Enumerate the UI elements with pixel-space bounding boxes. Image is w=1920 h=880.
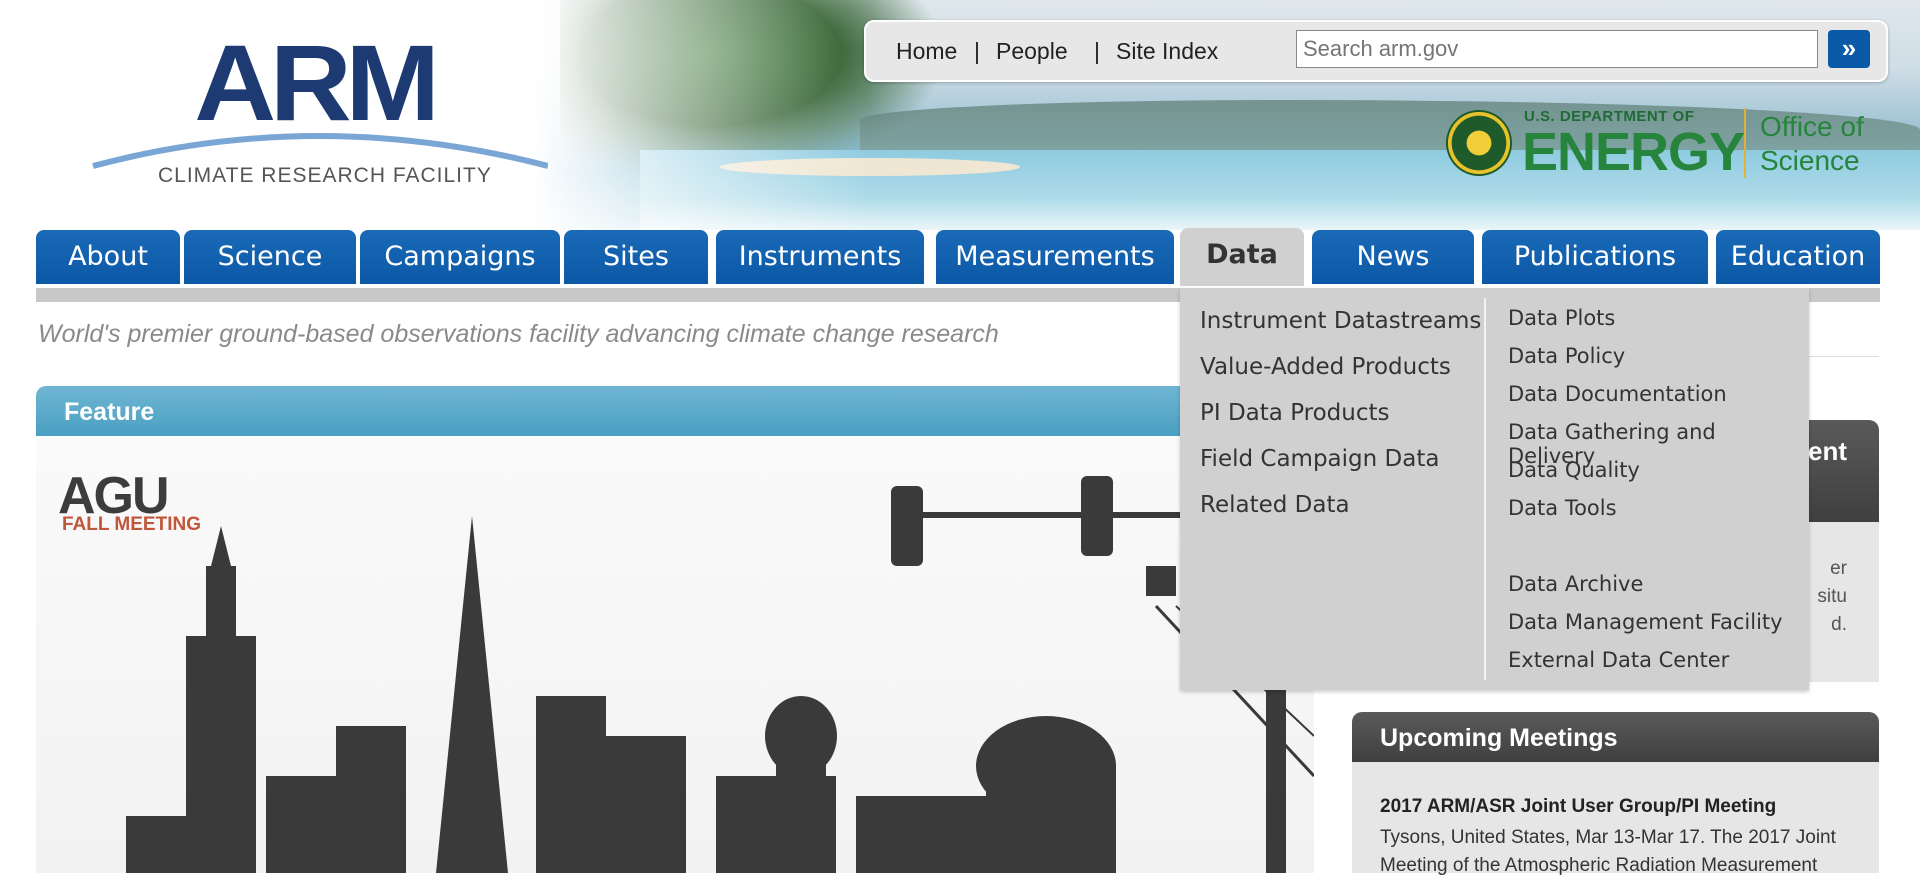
nav-news[interactable]: News	[1312, 230, 1474, 284]
upcoming-meetings-title: Upcoming Meetings	[1380, 724, 1618, 752]
home-link[interactable]: Home	[896, 38, 957, 65]
double-chevron-right-icon: »	[1841, 33, 1857, 63]
menu-item-data-management-facility[interactable]: Data Management Facility	[1508, 610, 1783, 634]
menu-item-data-archive[interactable]: Data Archive	[1508, 572, 1643, 596]
nav-about[interactable]: About	[36, 230, 180, 284]
nav-science[interactable]: Science	[184, 230, 356, 284]
separator: |	[1094, 38, 1100, 64]
upcoming-meetings-body: 2017 ARM/ASR Joint User Group/PI Meeting…	[1352, 762, 1879, 876]
search-button[interactable]: »	[1828, 30, 1870, 68]
menu-item-pi-data-products[interactable]: PI Data Products	[1200, 400, 1390, 426]
nav-education[interactable]: Education	[1716, 230, 1880, 284]
menu-item-instrument-datastreams[interactable]: Instrument Datastreams	[1200, 308, 1481, 334]
meeting-title-link[interactable]: 2017 ARM/ASR Joint User Group/PI Meeting	[1380, 796, 1776, 818]
tagline: World's premier ground-based observation…	[38, 320, 999, 348]
sidebar-panel-text: situ	[1817, 586, 1847, 607]
doe-office-text: Office of Science	[1760, 110, 1864, 178]
menu-item-value-added-products[interactable]: Value-Added Products	[1200, 354, 1451, 380]
doe-divider	[1744, 108, 1746, 178]
sidebar-panel-title: ent	[1808, 436, 1847, 466]
arm-logo-subtitle: CLIMATE RESEARCH FACILITY	[158, 164, 492, 187]
nav-campaigns[interactable]: Campaigns	[360, 230, 560, 284]
nav-instruments[interactable]: Instruments	[716, 230, 924, 284]
doe-seal-icon	[1446, 110, 1512, 176]
doe-office-line1: Office of	[1760, 111, 1864, 142]
data-dropdown-menu: Instrument Datastreams Value-Added Produ…	[1180, 288, 1809, 690]
upcoming-meetings-header: Upcoming Meetings	[1352, 712, 1879, 762]
arm-logo[interactable]: ARM CLIMATE RESEARCH FACILITY	[80, 22, 548, 198]
header-fade	[530, 0, 870, 230]
menu-item-data-quality[interactable]: Data Quality	[1508, 458, 1640, 482]
dropdown-divider	[1484, 298, 1486, 680]
feature-title: Feature	[64, 398, 155, 426]
doe-energy-text: ENERGY	[1522, 122, 1745, 182]
agu-logo-subtitle: FALL MEETING	[62, 514, 201, 535]
nav-data[interactable]: Data	[1180, 228, 1304, 286]
nav-publications[interactable]: Publications	[1482, 230, 1708, 284]
separator: |	[974, 38, 980, 64]
search-input[interactable]	[1296, 30, 1818, 68]
doe-office-line2: Science	[1760, 145, 1860, 176]
menu-item-data-tools[interactable]: Data Tools	[1508, 496, 1617, 520]
nav-measurements[interactable]: Measurements	[936, 230, 1174, 284]
menu-item-data-documentation[interactable]: Data Documentation	[1508, 382, 1727, 406]
meeting-description: Tysons, United States, Mar 13-Mar 17. Th…	[1380, 827, 1836, 876]
site-index-link[interactable]: Site Index	[1116, 38, 1218, 65]
agu-fall-meeting-logo: AGU FALL MEETING	[58, 466, 228, 546]
arm-logo-word: ARM	[194, 22, 440, 143]
menu-item-related-data[interactable]: Related Data	[1200, 492, 1350, 518]
main-nav: About Science Campaigns Sites Instrument…	[36, 228, 1880, 286]
menu-item-field-campaign-data[interactable]: Field Campaign Data	[1200, 446, 1439, 472]
doe-office-of-science-logo[interactable]: U.S. DEPARTMENT OF ENERGY Office of Scie…	[1446, 104, 1886, 184]
sidebar-panel-text: er	[1830, 558, 1847, 579]
nav-sites[interactable]: Sites	[564, 230, 708, 284]
people-link[interactable]: People	[996, 38, 1068, 65]
site-header: ARM CLIMATE RESEARCH FACILITY Home | Peo…	[0, 0, 1920, 230]
menu-item-data-plots[interactable]: Data Plots	[1508, 306, 1615, 330]
utility-bar: Home | People | Site Index »	[864, 20, 1888, 82]
sidebar-panel-text: d.	[1831, 614, 1847, 635]
feature-header: Feature	[36, 386, 1314, 436]
menu-item-external-data-center[interactable]: External Data Center	[1508, 648, 1729, 672]
menu-item-data-policy[interactable]: Data Policy	[1508, 344, 1625, 368]
